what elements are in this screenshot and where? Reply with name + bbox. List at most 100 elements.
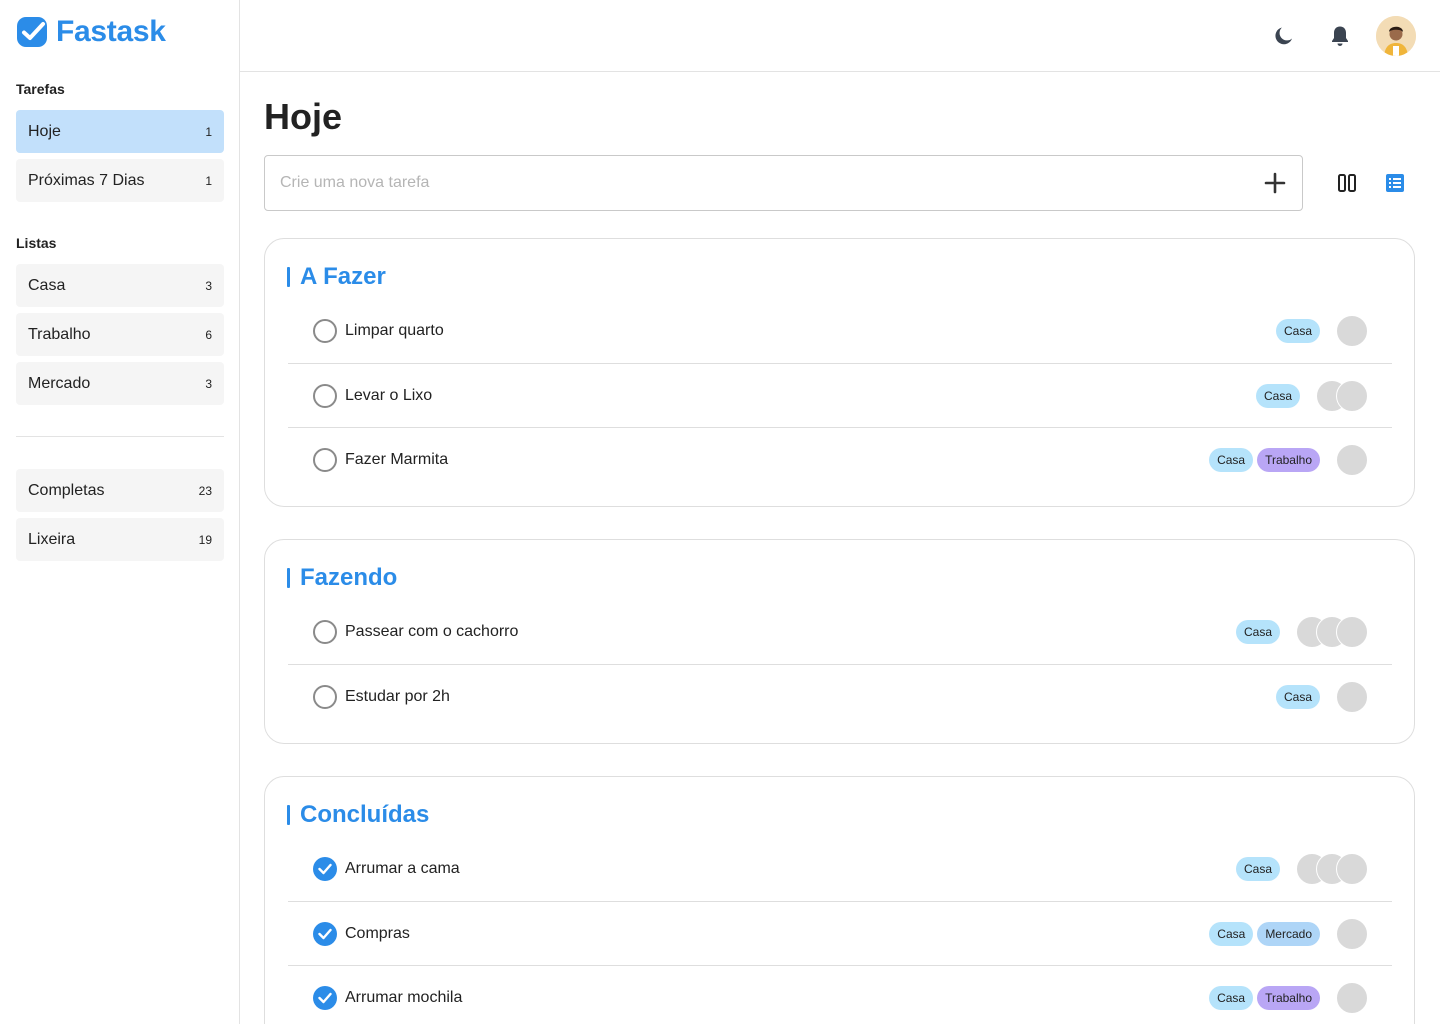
top-bar (240, 0, 1440, 72)
assignee-avatar[interactable] (1336, 379, 1368, 412)
tag-casa[interactable]: Casa (1209, 921, 1254, 946)
task-checkbox[interactable] (313, 319, 337, 343)
tag-casa[interactable]: Casa (1235, 620, 1280, 644)
tag-mercado[interactable]: Mercado (1257, 921, 1320, 946)
new-task-field (264, 155, 1303, 211)
task-meta: Casa Mercado (1209, 917, 1368, 950)
sidebar-item-hoje[interactable]: Hoje 1 (16, 110, 224, 153)
user-avatar[interactable] (1376, 16, 1416, 56)
task-row[interactable]: Compras Casa Mercado (288, 901, 1392, 965)
new-task-input[interactable] (280, 156, 1240, 210)
sidebar-item-count: 1 (205, 173, 212, 188)
task-meta: Casa Trabalho (1209, 981, 1368, 1014)
assignee-avatar[interactable] (1336, 315, 1368, 347)
checkmark-icon (318, 992, 332, 1003)
section-title-bar (287, 568, 290, 588)
sidebar-item-count: 6 (205, 327, 212, 342)
assignee-group (1336, 315, 1368, 347)
app-logo[interactable]: Fastask (16, 15, 166, 49)
list-view-icon[interactable] (1383, 171, 1407, 195)
section-title: Concluídas (287, 801, 429, 829)
sidebar-divider (16, 436, 224, 437)
section-title-text: A Fazer (300, 263, 386, 290)
sidebar-item-label: Hoje (28, 122, 61, 140)
assignee-group (1296, 616, 1368, 648)
task-text: Compras (345, 924, 410, 942)
task-row[interactable]: Arrumar mochila Casa Trabalho (288, 965, 1392, 1024)
check-badge-icon (17, 17, 47, 47)
task-meta: Casa (1275, 680, 1368, 713)
sidebar-item-count: 23 (198, 483, 212, 498)
task-text: Estudar por 2h (345, 687, 450, 705)
task-row[interactable]: Limpar quarto Casa (288, 299, 1392, 363)
bell-icon[interactable] (1328, 24, 1352, 48)
assignee-avatar[interactable] (1336, 917, 1368, 950)
app-name: Fastask (56, 15, 166, 48)
task-checkbox-checked[interactable] (313, 985, 337, 1010)
task-text: Limpar quarto (345, 322, 444, 339)
tag-casa[interactable]: Casa (1255, 383, 1300, 408)
task-checkbox[interactable] (313, 447, 337, 472)
sidebar-item-count: 3 (205, 376, 212, 391)
sidebar-item-label: Casa (28, 276, 66, 294)
sidebar-item-lixeira[interactable]: Lixeira 19 (16, 518, 224, 561)
board-view-icon[interactable] (1335, 171, 1359, 195)
assignee-avatar[interactable] (1336, 853, 1368, 885)
plus-icon[interactable] (1262, 170, 1288, 196)
lists-section-label: Listas (16, 235, 57, 251)
assignee-group (1336, 917, 1368, 950)
task-meta: Casa (1255, 379, 1368, 412)
sidebar-item-label: Próximas 7 Dias (28, 171, 145, 189)
tag-trabalho[interactable]: Trabalho (1257, 985, 1320, 1010)
task-text: Fazer Marmita (345, 450, 449, 468)
task-row[interactable]: Fazer Marmita Casa Trabalho (288, 427, 1392, 491)
tag-casa[interactable]: Casa (1235, 857, 1280, 881)
user-avatar-icon (1376, 16, 1416, 56)
sidebar-item-proximas-7-dias[interactable]: Próximas 7 Dias 1 (16, 159, 224, 202)
section-title: Fazendo (287, 564, 397, 592)
sidebar-item-label: Completas (28, 481, 105, 499)
moon-icon[interactable] (1272, 24, 1296, 48)
sidebar-item-label: Mercado (28, 374, 91, 392)
tag-casa[interactable]: Casa (1275, 684, 1320, 709)
task-checkbox[interactable] (313, 383, 337, 408)
sidebar-item-label: Trabalho (28, 325, 91, 343)
task-text: Arrumar mochila (345, 988, 463, 1006)
section-a-fazer: A Fazer Limpar quarto Casa Levar o Lixo … (264, 238, 1415, 507)
sidebar-item-count: 1 (205, 124, 212, 139)
assignee-avatar[interactable] (1336, 443, 1368, 476)
sidebar-item-completas[interactable]: Completas 23 (16, 469, 224, 512)
tag-casa[interactable]: Casa (1209, 985, 1254, 1010)
task-text: Levar o Lixo (345, 386, 433, 404)
section-title-bar (287, 805, 290, 825)
task-meta: Casa Trabalho (1209, 443, 1368, 476)
section-concluidas: Concluídas Arrumar a cama Casa Compras C… (264, 776, 1415, 1024)
task-checkbox-checked[interactable] (313, 857, 337, 881)
assignee-group (1336, 443, 1368, 476)
page-title: Hoje (264, 96, 343, 137)
sidebar-item-trabalho[interactable]: Trabalho 6 (16, 313, 224, 356)
section-title-text: Fazendo (300, 564, 398, 591)
assignee-avatar[interactable] (1336, 981, 1368, 1014)
assignee-avatar[interactable] (1336, 680, 1368, 713)
assignee-group (1296, 853, 1368, 885)
tag-trabalho[interactable]: Trabalho (1257, 447, 1320, 472)
task-row[interactable]: Estudar por 2h Casa (288, 664, 1392, 728)
assignee-group (1336, 981, 1368, 1014)
sidebar-item-mercado[interactable]: Mercado 3 (16, 362, 224, 405)
task-row[interactable]: Levar o Lixo Casa (288, 363, 1392, 427)
task-row[interactable]: Passear com o cachorro Casa (288, 600, 1392, 664)
task-checkbox[interactable] (313, 620, 337, 644)
task-text: Passear com o cachorro (345, 623, 519, 640)
checkmark-icon (318, 863, 332, 875)
checkmark-icon (318, 928, 332, 939)
tag-casa[interactable]: Casa (1209, 447, 1254, 472)
task-checkbox[interactable] (313, 684, 337, 709)
task-meta: Casa (1275, 315, 1368, 347)
sidebar-item-casa[interactable]: Casa 3 (16, 264, 224, 307)
section-title: A Fazer (287, 263, 386, 291)
task-checkbox-checked[interactable] (313, 921, 337, 946)
task-row[interactable]: Arrumar a cama Casa (288, 837, 1392, 901)
tag-casa[interactable]: Casa (1275, 319, 1320, 343)
assignee-avatar[interactable] (1336, 616, 1368, 648)
